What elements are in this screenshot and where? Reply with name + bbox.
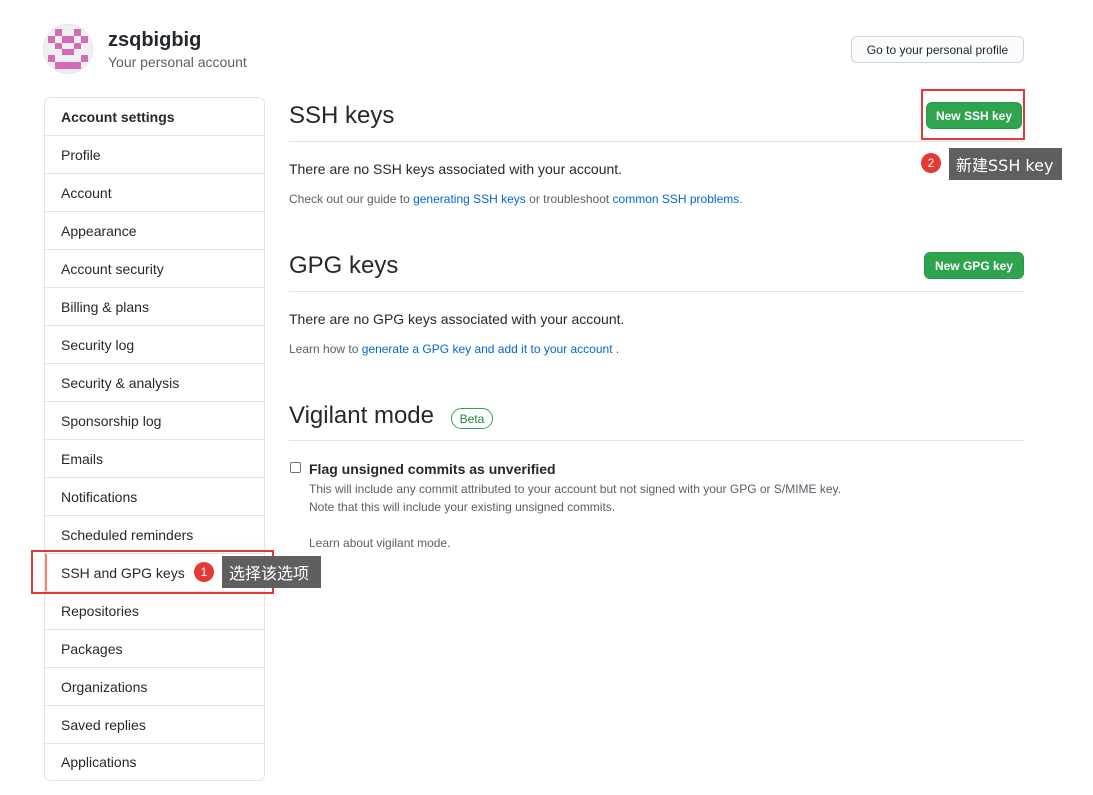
step-2-badge: 2 — [921, 153, 941, 173]
sidebar-item-account[interactable]: Account — [45, 174, 264, 212]
flag-unsigned-commits-label[interactable]: Flag unsigned commits as unverified — [309, 461, 556, 477]
step-2-callout: 新建SSH key — [949, 148, 1062, 180]
vigilant-mode-title: Vigilant mode — [289, 402, 434, 429]
ssh-guide-text: Check out our guide to generating SSH ke… — [289, 192, 743, 206]
generating-ssh-keys-link[interactable]: generating SSH keys — [413, 192, 526, 206]
ssh-divider — [289, 141, 1024, 142]
sidebar-item-security-log[interactable]: Security log — [45, 326, 264, 364]
sidebar-item-security-analysis[interactable]: Security & analysis — [45, 364, 264, 402]
sidebar-item-packages[interactable]: Packages — [45, 630, 264, 668]
username: zsqbigbig — [108, 29, 202, 51]
account-subtitle: Your personal account — [108, 54, 247, 70]
common-ssh-problems-link[interactable]: common SSH problems — [613, 192, 740, 206]
ssh-keys-title: SSH keys — [289, 102, 395, 129]
ssh-guide-suffix: . — [739, 192, 743, 206]
gpg-learn-prefix: Learn how to — [289, 342, 362, 356]
sidebar-heading: Account settings — [45, 98, 264, 136]
sidebar-item-appearance[interactable]: Appearance — [45, 212, 264, 250]
sidebar-item-billing[interactable]: Billing & plans — [45, 288, 264, 326]
vigilant-divider — [289, 440, 1024, 441]
gpg-empty-message: There are no GPG keys associated with yo… — [289, 311, 625, 327]
sidebar-item-saved-replies[interactable]: Saved replies — [45, 706, 264, 744]
flag-unsigned-commits-checkbox[interactable] — [290, 462, 301, 473]
generate-gpg-key-link[interactable]: generate a GPG key and add it to your ac… — [362, 342, 613, 356]
sidebar-item-applications[interactable]: Applications — [45, 744, 264, 780]
ssh-guide-prefix: Check out our guide to — [289, 192, 414, 206]
sidebar-item-sponsorship-log[interactable]: Sponsorship log — [45, 402, 264, 440]
gpg-learn-text: Learn how to generate a GPG key and add … — [289, 342, 619, 356]
gpg-divider — [289, 291, 1024, 292]
settings-sidebar: Account settings Profile Account Appeara… — [44, 97, 265, 781]
avatar[interactable] — [43, 24, 93, 74]
vigilant-note-1: This will include any commit attributed … — [309, 482, 842, 496]
sidebar-item-profile[interactable]: Profile — [45, 136, 264, 174]
sidebar-item-scheduled-reminders[interactable]: Scheduled reminders — [45, 516, 264, 554]
new-gpg-key-button[interactable]: New GPG key — [924, 252, 1024, 279]
sidebar-item-repositories[interactable]: Repositories — [45, 592, 264, 630]
go-to-profile-button[interactable]: Go to your personal profile — [851, 36, 1024, 63]
sidebar-item-account-security[interactable]: Account security — [45, 250, 264, 288]
step-1-callout: 选择该选项 — [222, 556, 321, 588]
vigilant-note-2: Note that this will include your existin… — [309, 500, 616, 514]
step-1-badge: 1 — [194, 562, 214, 582]
sidebar-item-notifications[interactable]: Notifications — [45, 478, 264, 516]
ssh-guide-middle: or troubleshoot — [525, 192, 613, 206]
beta-badge: Beta — [451, 408, 493, 429]
ssh-empty-message: There are no SSH keys associated with yo… — [289, 161, 623, 177]
gpg-learn-suffix: . — [612, 342, 620, 356]
identicon-avatar-icon — [48, 29, 88, 69]
learn-vigilant-mode-link[interactable]: Learn about vigilant mode. — [309, 536, 450, 550]
gpg-keys-title: GPG keys — [289, 252, 399, 279]
sidebar-item-organizations[interactable]: Organizations — [45, 668, 264, 706]
sidebar-item-emails[interactable]: Emails — [45, 440, 264, 478]
ssh-button-highlight — [921, 89, 1025, 140]
